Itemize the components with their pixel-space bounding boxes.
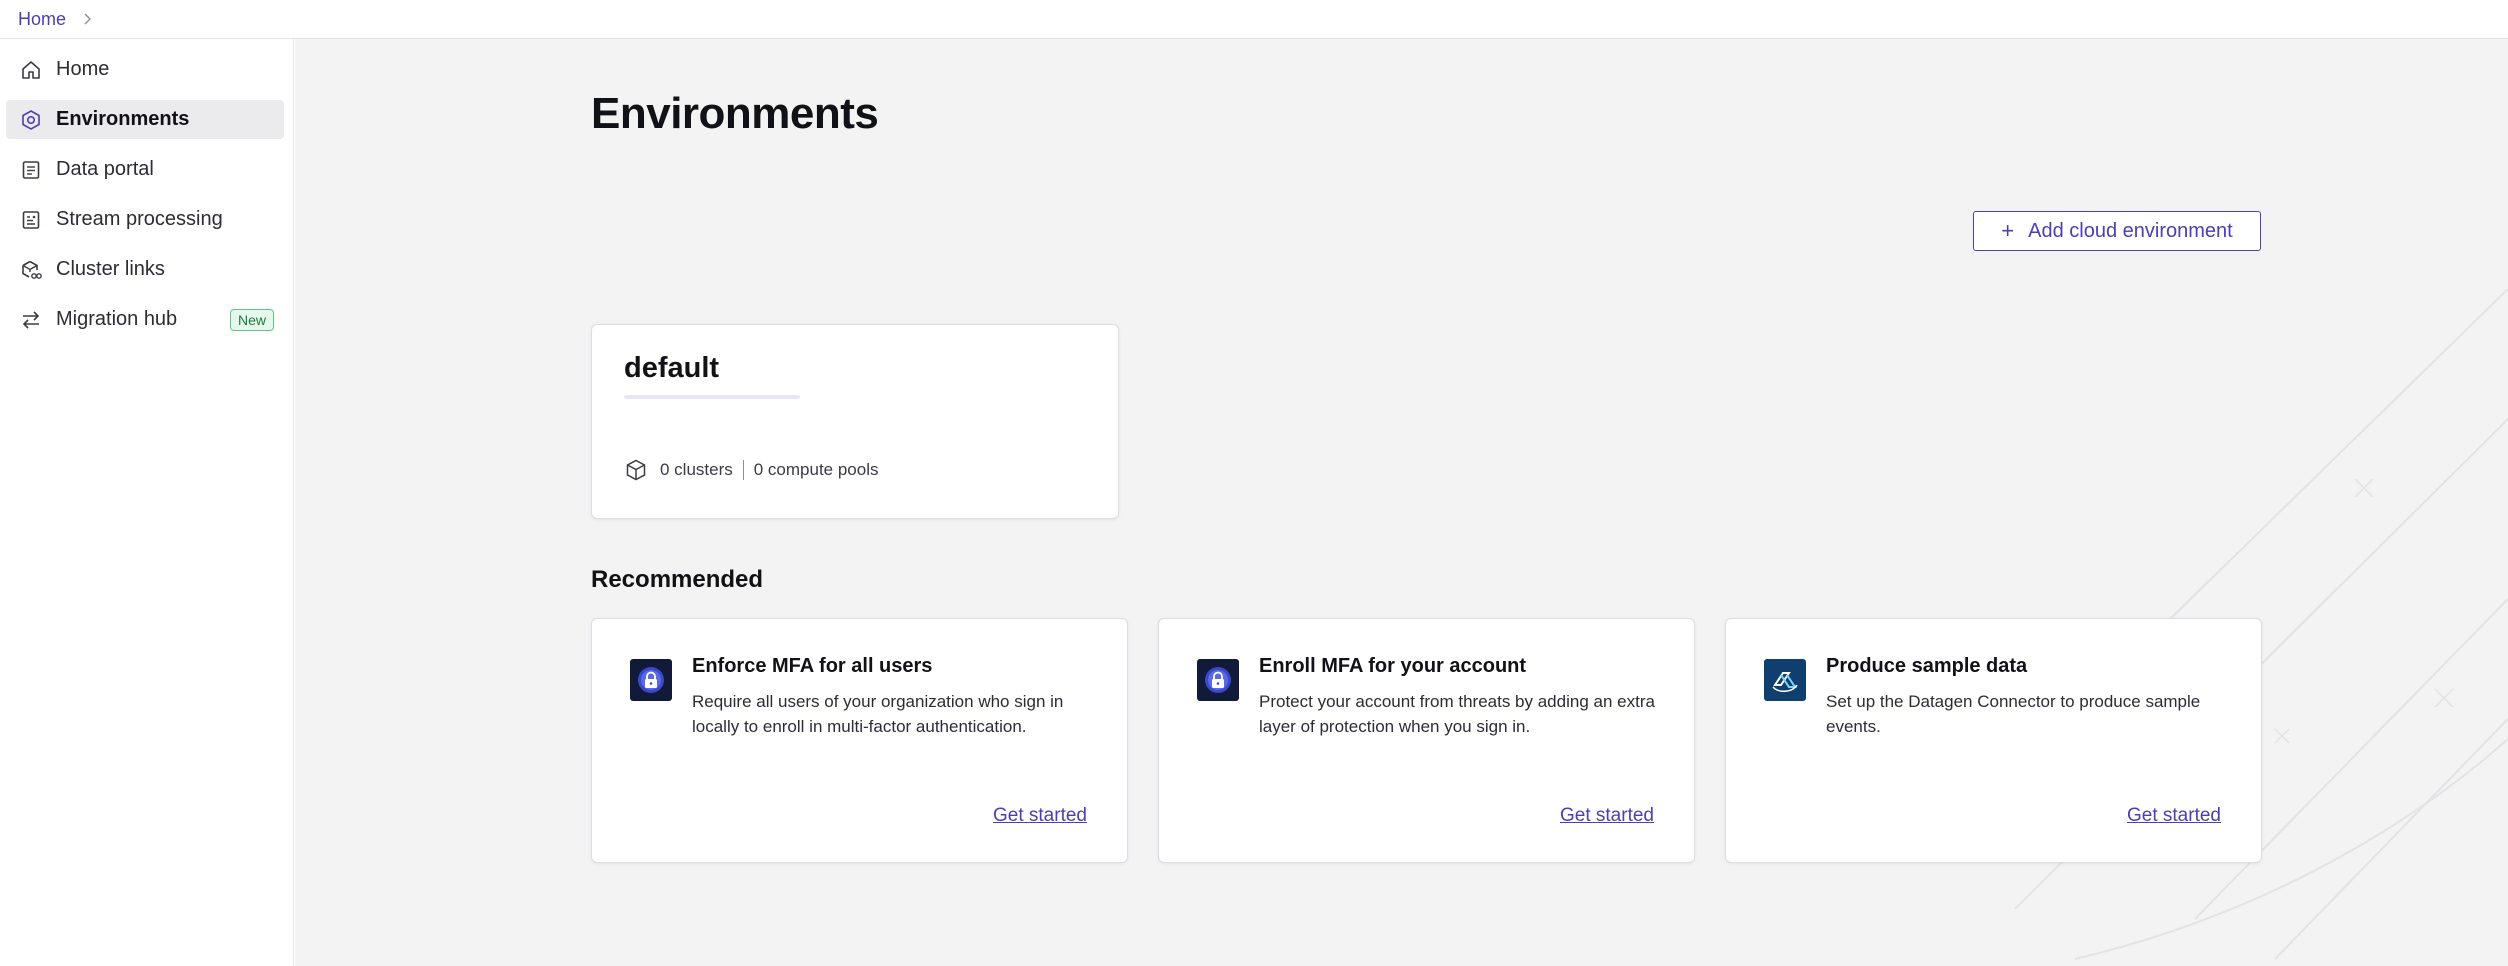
breadcrumb-home-link[interactable]: Home xyxy=(18,9,66,30)
home-icon xyxy=(18,57,44,83)
sidebar-item-stream-processing[interactable]: Stream processing xyxy=(6,200,284,239)
stream-processing-icon xyxy=(18,207,44,233)
sidebar-item-migration-hub[interactable]: Migration hub New xyxy=(6,300,284,339)
sidebar-item-label: Cluster links xyxy=(56,258,165,280)
recommendation-title: Produce sample data xyxy=(1826,655,2028,677)
recommended-heading: Recommended xyxy=(591,566,764,593)
new-badge: New xyxy=(229,309,274,331)
get-started-link[interactable]: Get started xyxy=(2127,805,2221,827)
get-started-link[interactable]: Get started xyxy=(993,805,1087,827)
compute-pool-count: 0 compute pools xyxy=(753,460,879,479)
sidebar-item-label: Home xyxy=(56,58,110,80)
get-started-link[interactable]: Get started xyxy=(1560,805,1654,827)
add-cloud-environment-button[interactable]: + Add cloud environment xyxy=(1973,211,2261,251)
mfa-lock-icon xyxy=(1197,659,1239,701)
recommendation-card: Enforce MFA for all users Require all us… xyxy=(591,618,1128,863)
main-content: Environments + Add cloud environment def… xyxy=(295,39,2508,966)
sidebar-item-data-portal[interactable]: Data portal xyxy=(6,150,284,189)
recommendation-card: Enroll MFA for your account Protect your… xyxy=(1158,618,1695,863)
recommendation-description: Protect your account from threats by add… xyxy=(1259,692,1655,736)
cluster-count: 0 clusters xyxy=(660,460,733,479)
sidebar-item-label: Stream processing xyxy=(56,208,223,230)
sidebar-item-environments[interactable]: Environments xyxy=(6,100,284,139)
sidebar-item-cluster-links[interactable]: Cluster links xyxy=(6,250,284,289)
recommendation-description: Set up the Datagen Connector to produce … xyxy=(1826,692,2201,736)
cluster-links-icon xyxy=(18,257,44,283)
recommendation-card: Produce sample data Set up the Datagen C… xyxy=(1725,618,2262,863)
mfa-lock-icon xyxy=(630,659,672,701)
divider xyxy=(742,460,744,480)
datagen-connector-icon xyxy=(1764,659,1806,701)
cube-icon xyxy=(624,458,648,482)
sidebar-item-label: Migration hub xyxy=(56,308,178,330)
page-title: Environments xyxy=(591,89,879,138)
sidebar: Home Environments Data portal Stream pro… xyxy=(0,39,294,966)
environment-icon xyxy=(18,107,44,133)
sidebar-item-home[interactable]: Home xyxy=(6,50,284,89)
breadcrumb: Home xyxy=(0,0,2508,39)
add-button-label: Add cloud environment xyxy=(2028,219,2233,242)
recommendation-title: Enroll MFA for your account xyxy=(1259,655,1527,677)
recommendation-description: Require all users of your organization w… xyxy=(692,692,1064,736)
migration-hub-icon xyxy=(18,307,44,333)
chevron-right-icon xyxy=(80,12,94,26)
environment-card-default[interactable]: default 0 clusters 0 compute pools xyxy=(591,324,1119,519)
sidebar-item-label: Data portal xyxy=(56,158,154,180)
sidebar-item-label: Environments xyxy=(56,108,190,130)
plus-icon: + xyxy=(2001,218,2015,243)
environment-stats: 0 clusters 0 compute pools xyxy=(624,458,879,482)
recommendation-title: Enforce MFA for all users xyxy=(692,655,933,677)
data-portal-icon xyxy=(18,157,44,183)
environment-name-underline xyxy=(624,395,800,399)
environment-name: default xyxy=(624,352,720,384)
